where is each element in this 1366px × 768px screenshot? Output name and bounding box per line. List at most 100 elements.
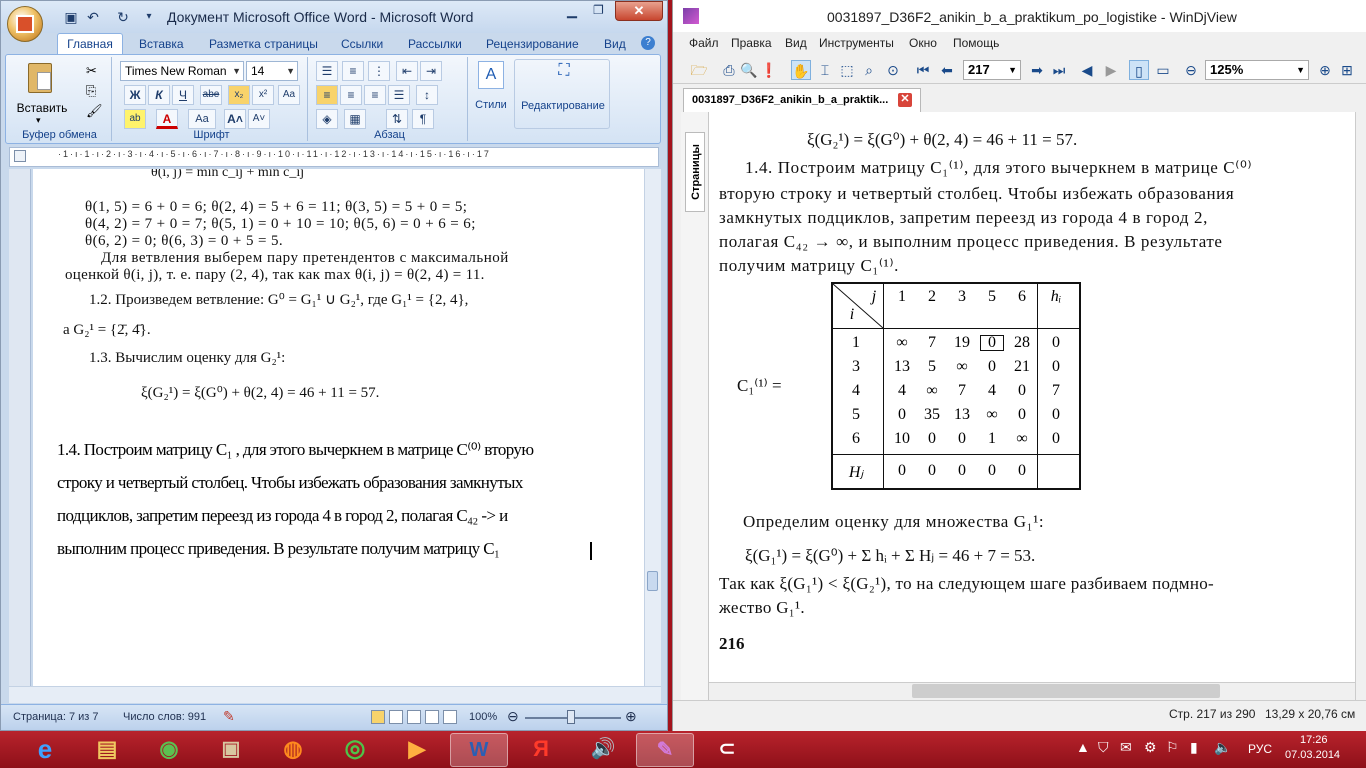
menu-edit[interactable]: Правка bbox=[731, 36, 772, 50]
bold-button[interactable]: Ж bbox=[124, 85, 146, 105]
close-button[interactable]: ✕ bbox=[615, 1, 663, 21]
maximize-button[interactable]: ❐ bbox=[593, 3, 604, 17]
menu-file[interactable]: Файл bbox=[689, 36, 719, 50]
single-page-icon[interactable]: ▯ bbox=[1129, 60, 1149, 80]
zoom-field[interactable]: 125% ▼ bbox=[1205, 60, 1309, 80]
font-size-combo[interactable]: 14 ▼ bbox=[246, 61, 298, 81]
zoom-in-icon[interactable]: ⊕ bbox=[625, 708, 637, 725]
scrollbar-thumb[interactable] bbox=[912, 684, 1220, 698]
tray-icon[interactable]: ⚙ bbox=[1144, 739, 1157, 756]
show-marks-icon[interactable]: ¶ bbox=[412, 109, 434, 129]
underline-button[interactable]: Ч bbox=[172, 85, 194, 105]
explorer-icon[interactable]: ▤ bbox=[78, 733, 136, 767]
tab-selector-icon[interactable] bbox=[14, 150, 26, 162]
last-page-icon[interactable]: ⏭ bbox=[1049, 60, 1069, 80]
justify-icon[interactable]: ☰ bbox=[388, 85, 410, 105]
tab-mailings[interactable]: Рассылки bbox=[408, 37, 462, 51]
first-page-icon[interactable]: ⏮ bbox=[913, 60, 933, 80]
chrome-icon[interactable]: ◎ bbox=[326, 733, 384, 767]
shrink-font-button[interactable]: A˅ bbox=[248, 109, 270, 129]
ie-icon[interactable]: e bbox=[16, 733, 74, 767]
hand-tool-icon[interactable]: ✋ bbox=[791, 60, 811, 80]
back-icon[interactable]: ◀ bbox=[1077, 60, 1097, 80]
full-screen-reading-icon[interactable] bbox=[389, 710, 403, 724]
bullets-icon[interactable]: ☰ bbox=[316, 61, 338, 81]
next-page-icon[interactable]: ➡ bbox=[1027, 60, 1047, 80]
tab-home[interactable]: Главная bbox=[57, 33, 123, 55]
tray-expand-icon[interactable]: ▲ bbox=[1076, 739, 1090, 755]
document-page[interactable]: θ(i, j) = min c_ij + min c_ij θ(1, 5) = … bbox=[33, 169, 644, 686]
zoom-level[interactable]: 100% bbox=[469, 711, 497, 723]
pages-panel-tab[interactable]: Страницы bbox=[685, 132, 705, 212]
tab-references[interactable]: Ссылки bbox=[341, 37, 383, 51]
network-icon[interactable]: ▮ bbox=[1190, 739, 1198, 756]
superscript-button[interactable]: x² bbox=[252, 85, 274, 105]
language-indicator[interactable]: РУС bbox=[1248, 742, 1272, 756]
menu-tools[interactable]: Инструменты bbox=[819, 36, 894, 50]
editing-button[interactable]: ⛶ Редактирование bbox=[514, 59, 610, 129]
tab-insert[interactable]: Вставка bbox=[139, 37, 184, 51]
tray-antivirus-icon[interactable]: ⛉ bbox=[1098, 739, 1109, 756]
undo-icon[interactable]: ↶ bbox=[85, 9, 101, 25]
archive-icon[interactable]: ▣ bbox=[202, 733, 260, 767]
menu-view[interactable]: Вид bbox=[785, 36, 807, 50]
scrollbar-thumb[interactable] bbox=[647, 571, 658, 591]
facing-pages-icon[interactable]: ▭ bbox=[1153, 60, 1173, 80]
clock-date[interactable]: 07.03.2014 bbox=[1285, 749, 1340, 761]
yandex-icon[interactable]: Я bbox=[512, 733, 570, 767]
print-layout-icon[interactable] bbox=[371, 710, 385, 724]
grow-font-button[interactable]: A˄ bbox=[224, 109, 246, 129]
borders-icon[interactable]: ▦ bbox=[344, 109, 366, 129]
vertical-scrollbar[interactable] bbox=[1355, 112, 1366, 700]
italic-button[interactable]: К bbox=[148, 85, 170, 105]
highlight-button[interactable]: ab bbox=[124, 109, 146, 129]
multilevel-list-icon[interactable]: ⋮ bbox=[368, 61, 390, 81]
web-layout-icon[interactable] bbox=[407, 710, 421, 724]
tray-icon[interactable]: ⚐ bbox=[1166, 739, 1179, 756]
select-area-icon[interactable]: ⬚ bbox=[837, 60, 857, 80]
help-icon[interactable]: ? bbox=[641, 36, 655, 50]
volume-icon[interactable]: 🔈 bbox=[1214, 739, 1231, 756]
office-button[interactable] bbox=[7, 6, 43, 42]
open-folder-icon[interactable]: 🗁 bbox=[689, 60, 709, 80]
status-page-count[interactable]: Страница: 7 из 7 bbox=[13, 711, 99, 723]
horizontal-ruler[interactable]: ·1·ı·1·ı·2·ı·3·ı·4·ı·5·ı·6·ı·7·ı·8·ı·9·ı… bbox=[9, 147, 659, 167]
tab-review[interactable]: Рецензирование bbox=[486, 37, 579, 51]
select-text-icon[interactable]: ⌶ bbox=[815, 60, 835, 80]
previous-page-icon[interactable]: ⬅ bbox=[937, 60, 957, 80]
redo-icon[interactable]: ↻ bbox=[115, 9, 131, 25]
tab-page-layout[interactable]: Разметка страницы bbox=[209, 37, 318, 51]
font-color-button[interactable]: A bbox=[156, 109, 178, 129]
outline-icon[interactable] bbox=[425, 710, 439, 724]
qat-customize-icon[interactable]: ▾ bbox=[141, 9, 157, 25]
vertical-scrollbar[interactable] bbox=[644, 169, 661, 686]
align-center-icon[interactable]: ≡ bbox=[340, 85, 362, 105]
cut-icon[interactable]: ✂ bbox=[86, 63, 97, 79]
close-tab-icon[interactable]: ✕ bbox=[898, 93, 912, 107]
magnify-icon[interactable]: ⊙ bbox=[883, 60, 903, 80]
status-word-count[interactable]: Число слов: 991 bbox=[123, 711, 206, 723]
zoom-slider-handle[interactable] bbox=[567, 710, 575, 724]
align-left-icon[interactable]: ≡ bbox=[316, 85, 338, 105]
page-number-field[interactable]: 217 ▼ bbox=[963, 60, 1021, 80]
video-player-icon[interactable]: ▶ bbox=[388, 733, 446, 767]
djvu-page[interactable]: ξ(G₂¹) = ξ(G⁰) + θ(2, 4) = 46 + 11 = 57.… bbox=[709, 112, 1355, 682]
sound-app-icon[interactable]: 🔊 bbox=[574, 733, 632, 767]
tray-icon[interactable]: ✉ bbox=[1120, 739, 1132, 756]
zoom-out-icon[interactable]: ⊖ bbox=[507, 708, 519, 725]
print-icon[interactable]: ⎙ bbox=[719, 60, 739, 80]
minimize-button[interactable]: ▁ bbox=[567, 3, 577, 19]
menu-help[interactable]: Помощь bbox=[953, 36, 999, 50]
numbering-icon[interactable]: ≡ bbox=[342, 61, 364, 81]
document-tab[interactable]: 0031897_D36F2_anikin_b_a_praktik... ✕ bbox=[683, 88, 921, 112]
decrease-indent-icon[interactable]: ⇤ bbox=[396, 61, 418, 81]
clock-time[interactable]: 17:26 bbox=[1300, 734, 1328, 746]
find-icon[interactable]: 🔍 bbox=[739, 60, 759, 80]
format-painter-icon[interactable]: 🖌 bbox=[86, 103, 103, 119]
zoom-in-icon[interactable]: ⊕ bbox=[1315, 60, 1335, 80]
zoom-out-icon[interactable]: ⊖ bbox=[1181, 60, 1201, 80]
tab-view[interactable]: Вид bbox=[604, 37, 626, 51]
firefox-icon[interactable]: ◍ bbox=[264, 733, 322, 767]
red-app-icon[interactable]: ⊂ bbox=[698, 733, 756, 767]
copy-icon[interactable]: ⎘ bbox=[86, 83, 96, 99]
